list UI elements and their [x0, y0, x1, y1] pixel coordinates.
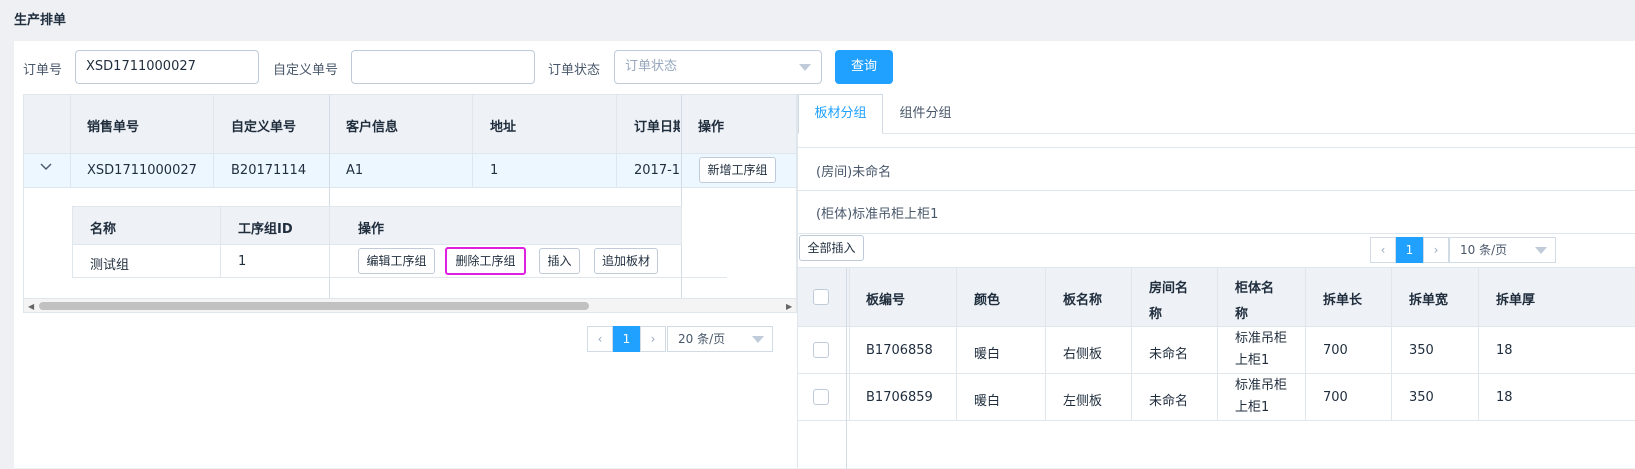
col-custom-no: 自定义单号 [231, 120, 297, 135]
subcol-action: 操作 [358, 222, 385, 237]
right-prev-page-button[interactable]: ‹ [1370, 237, 1396, 263]
page-title: 生产排单 [14, 13, 67, 28]
group-id-cell: 1 [238, 254, 247, 269]
process-group-subtable: 名称 工序组ID 操作 测试组 1 编辑工序组 删除工序组 插入 追加板材 [72, 206, 727, 278]
width-cell: 350 [1409, 390, 1434, 405]
chevron-down-icon [799, 64, 811, 71]
board-id-cell: B1706859 [866, 390, 933, 405]
width-cell: 350 [1409, 343, 1434, 358]
board-name-cell: 左侧板 [1063, 394, 1103, 409]
col-action: 操作 [698, 120, 725, 135]
scroll-left-icon[interactable]: ◀ [28, 302, 34, 311]
subcol-name: 名称 [90, 222, 117, 237]
col-board-id: 板编号 [866, 293, 906, 308]
insert-all-button[interactable]: 全部插入 [799, 235, 864, 261]
page-number[interactable]: 1 [613, 326, 640, 352]
thickness-cell: 18 [1496, 390, 1513, 405]
board-id-cell: B1706858 [866, 343, 933, 358]
cabinet-row[interactable]: (柜体)标准吊柜上柜1 [798, 191, 1635, 234]
col-date: 订单日期 [634, 120, 680, 135]
chevron-down-icon [1535, 247, 1547, 254]
cabinet-cell: 标准吊柜上柜1 [1235, 331, 1288, 368]
board-table: 板编号 颜色 板名称 房间名称 柜体名称 拆单长 拆单宽 拆单厚 B170685… [798, 267, 1635, 469]
prev-page-button[interactable]: ‹ [587, 326, 613, 352]
main-panel: 订单号 XSD1711000027 自定义单号 订单状态 订单状态 查询 销售单… [14, 41, 1635, 469]
order-status-label: 订单状态 [548, 63, 601, 78]
room-row[interactable]: (房间)未命名 [798, 147, 1635, 191]
tab-board-group[interactable]: 板材分组 [798, 94, 883, 134]
scroll-right-icon[interactable]: ▶ [786, 302, 792, 311]
row-checkbox[interactable] [813, 342, 829, 358]
color-cell: 暖白 [974, 347, 1001, 362]
board-name-cell: 右侧板 [1063, 347, 1103, 362]
col-address: 地址 [490, 120, 517, 135]
cabinet-label: (柜体)标准吊柜上柜1 [816, 207, 939, 222]
order-status-placeholder: 订单状态 [625, 59, 678, 74]
group-name-cell: 测试组 [90, 258, 130, 273]
col-split-width: 拆单宽 [1409, 293, 1449, 308]
right-page-size-value: 10 条/页 [1460, 243, 1508, 257]
insert-button[interactable]: 插入 [539, 248, 580, 274]
custom-no-input[interactable] [351, 50, 535, 84]
scrollbar-thumb[interactable] [39, 302, 589, 310]
horizontal-scrollbar[interactable]: ◀ ▶ [24, 298, 796, 312]
room-cell: 未命名 [1149, 347, 1189, 362]
next-page-button[interactable]: › [640, 326, 666, 352]
tab-component-group[interactable]: 组件分组 [883, 94, 968, 133]
col-sales-no: 销售单号 [87, 120, 140, 135]
thickness-cell: 18 [1496, 343, 1513, 358]
room-label: (房间)未命名 [816, 165, 892, 180]
right-page-size-select[interactable]: 10 条/页 [1449, 237, 1556, 263]
order-no-label: 订单号 [23, 63, 63, 78]
order-status-select[interactable]: 订单状态 [614, 50, 822, 84]
page-size-select[interactable]: 20 条/页 [667, 326, 773, 352]
orders-table: 销售单号 自定义单号 客户信息 地址 订单日期 操作 XSD1711000027… [23, 94, 797, 313]
room-cell: 未命名 [1149, 394, 1189, 409]
col-customer: 客户信息 [346, 120, 399, 135]
right-page-number[interactable]: 1 [1396, 237, 1423, 263]
col-split-thickness: 拆单厚 [1496, 293, 1536, 308]
right-panel: 板材分组 组件分组 (房间)未命名 (柜体)标准吊柜上柜1 全部插入 ‹ 1 ›… [797, 94, 1635, 469]
length-cell: 700 [1323, 390, 1348, 405]
col-cabinet-name: 柜体名称 [1235, 281, 1275, 322]
row-checkbox[interactable] [813, 389, 829, 405]
order-no-input[interactable]: XSD1711000027 [75, 50, 259, 84]
select-all-checkbox[interactable] [813, 289, 829, 305]
col-room-name: 房间名称 [1149, 281, 1189, 322]
chevron-down-icon [752, 336, 764, 343]
sales-no-cell: XSD1711000027 [87, 163, 197, 178]
delete-process-group-button[interactable]: 删除工序组 [445, 247, 526, 275]
page-size-value: 20 条/页 [678, 332, 726, 346]
date-cell: 2017-11 [634, 163, 680, 178]
customer-cell: A1 [346, 163, 364, 178]
custom-no-label: 自定义单号 [273, 63, 339, 78]
add-process-group-button[interactable]: 新增工序组 [699, 157, 776, 183]
address-cell: 1 [490, 163, 499, 178]
cabinet-cell: 标准吊柜上柜1 [1235, 378, 1288, 415]
col-board-name: 板名称 [1063, 293, 1103, 308]
custom-no-cell: B20171114 [231, 163, 307, 178]
length-cell: 700 [1323, 343, 1348, 358]
col-color: 颜色 [974, 293, 1001, 308]
append-board-button[interactable]: 追加板材 [594, 248, 658, 274]
col-split-length: 拆单长 [1323, 293, 1363, 308]
query-button[interactable]: 查询 [835, 50, 893, 84]
color-cell: 暖白 [974, 394, 1001, 409]
expand-chevron-icon[interactable] [40, 161, 52, 173]
edit-process-group-button[interactable]: 编辑工序组 [358, 248, 435, 274]
right-next-page-button[interactable]: › [1423, 237, 1449, 263]
subcol-group-id: 工序组ID [238, 222, 293, 237]
